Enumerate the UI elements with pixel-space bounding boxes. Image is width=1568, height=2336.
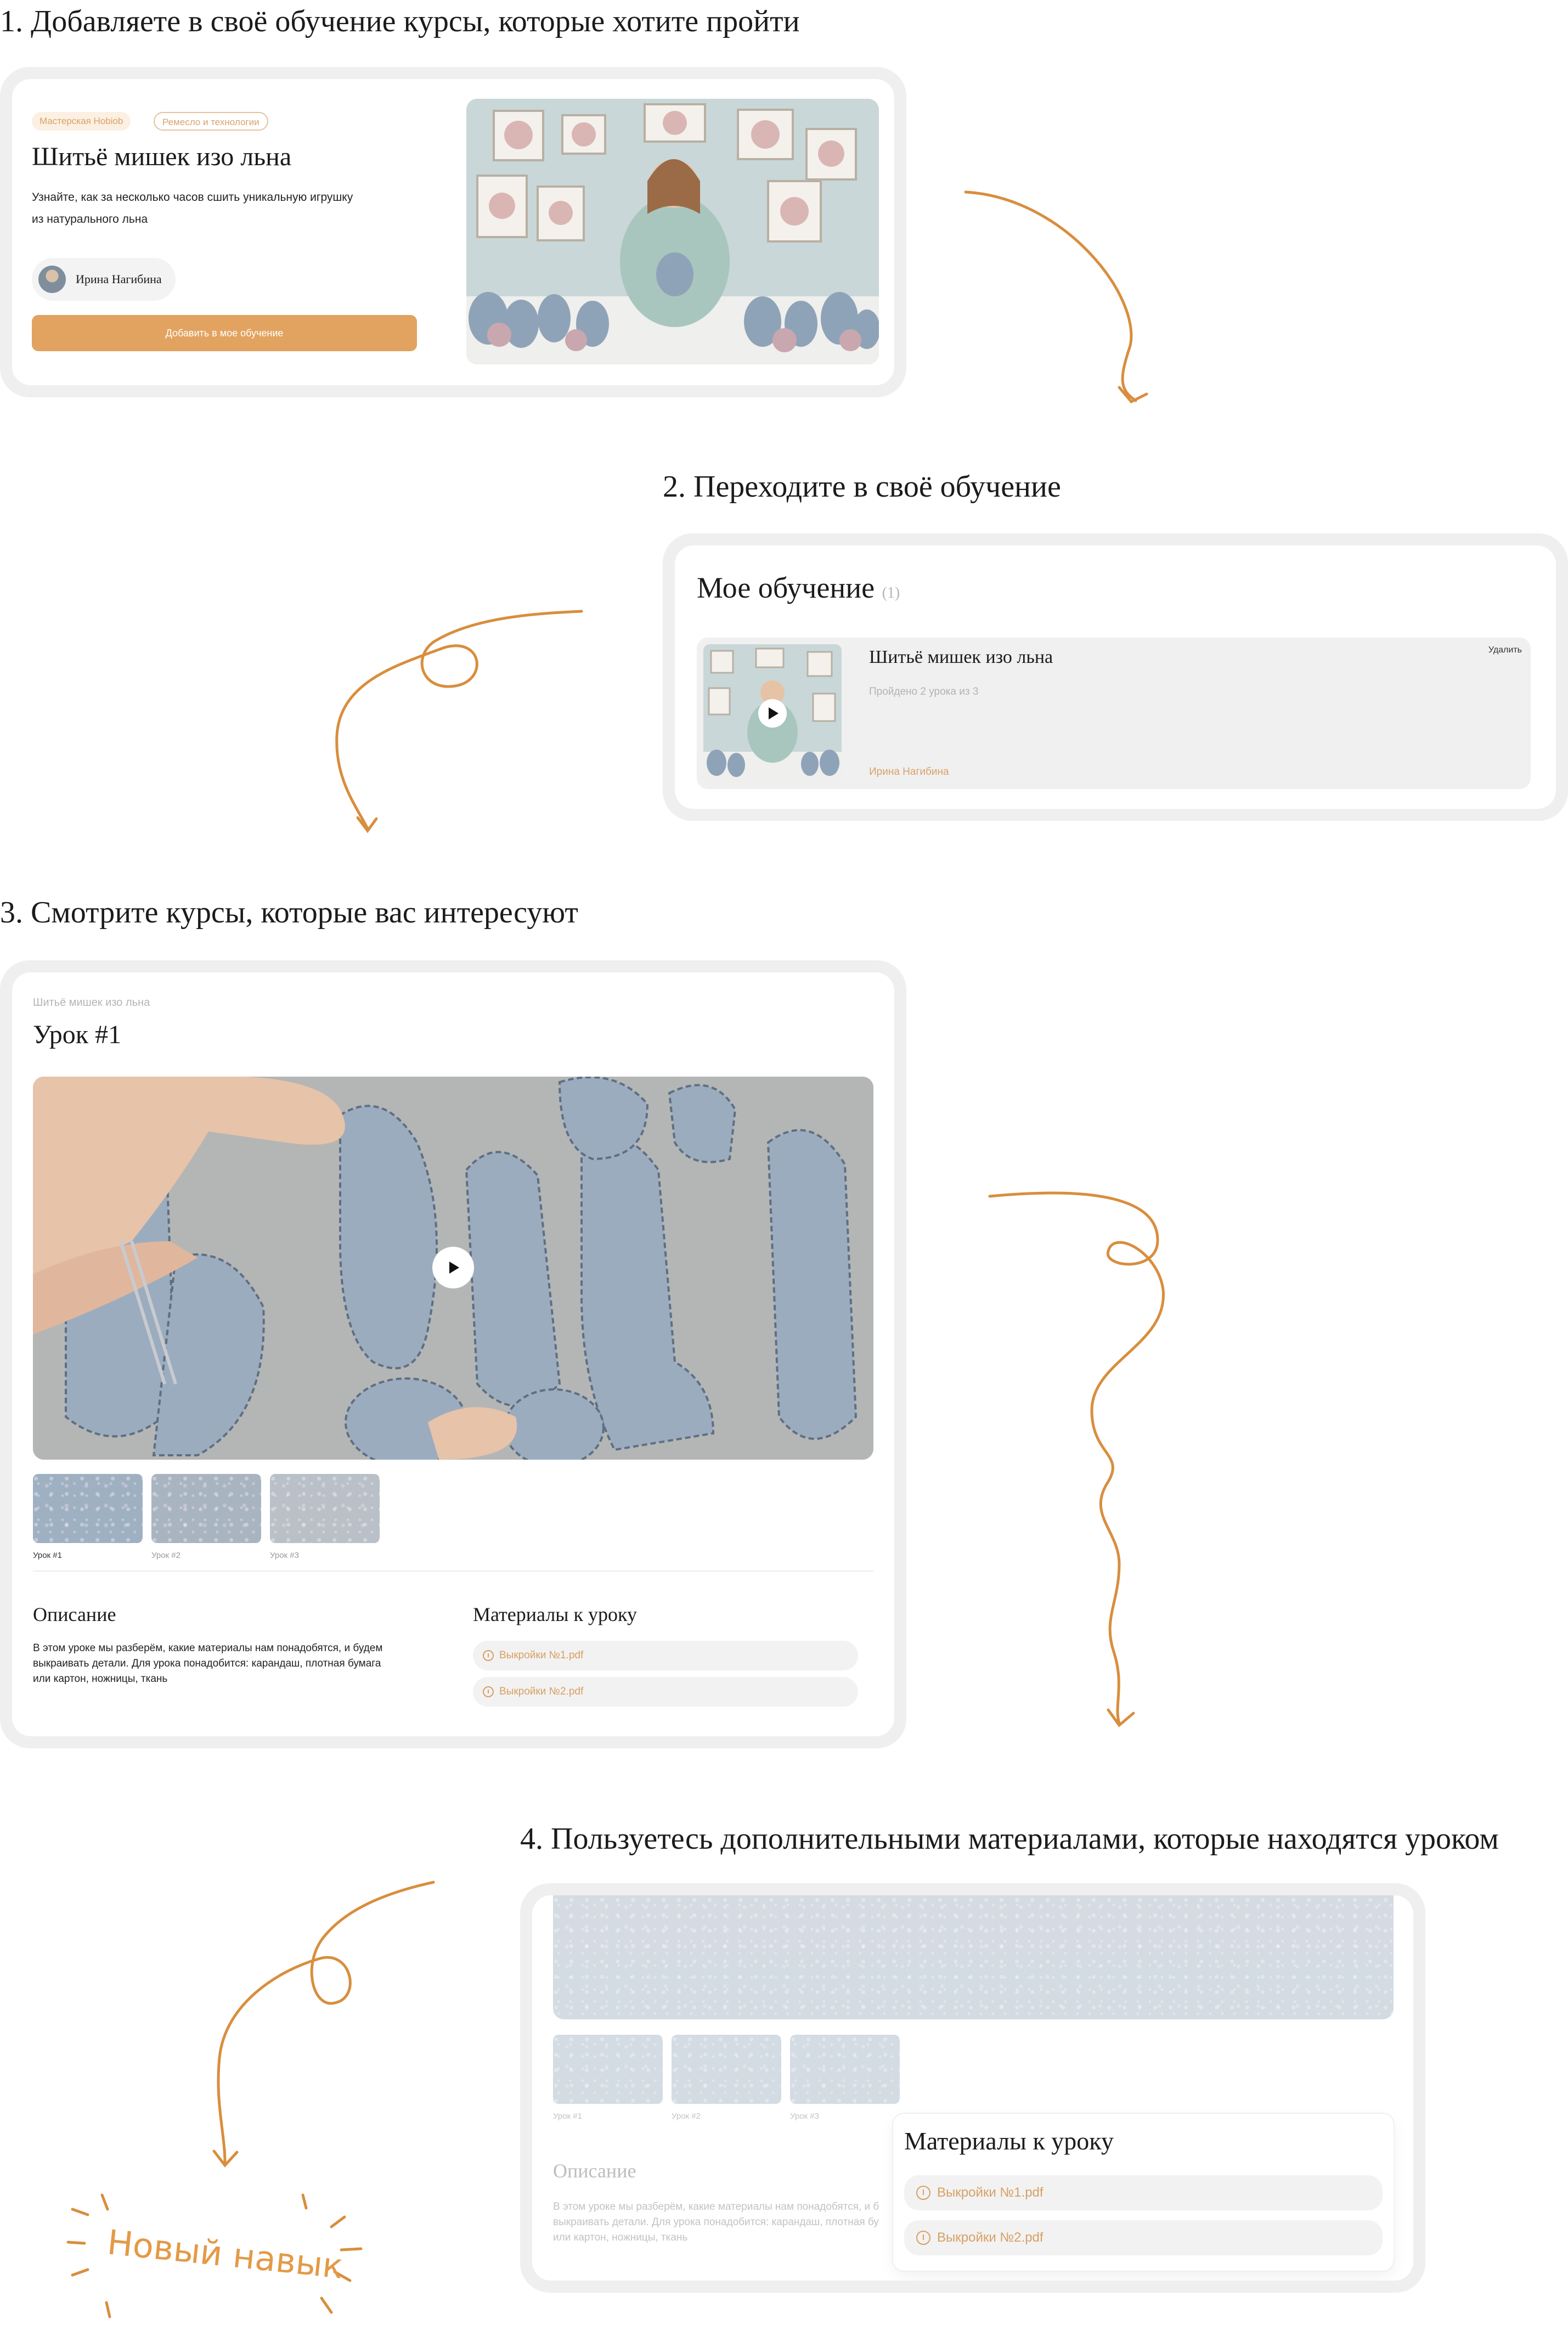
lesson-video-faded[interactable] <box>553 1895 1394 2019</box>
my-learning-panel: Мое обучение (1) Шитьё мишек изо льна Пр… <box>675 545 1556 809</box>
materials-frame: Урок #1 Урок #2 Урок #3 Описание В этом … <box>520 1883 1425 2293</box>
course-title: Шитьё мишек изо льна <box>32 142 292 171</box>
arrow-doodle-1 <box>964 190 1148 404</box>
description-line: выкраивать детали. Для урока понадобится… <box>33 1658 381 1669</box>
lesson-breadcrumb[interactable]: Шитьё мишек изо льна <box>33 997 150 1009</box>
author-chip[interactable]: Ирина Нагибина <box>32 258 176 301</box>
materials-panel: Урок #1 Урок #2 Урок #3 Описание В этом … <box>532 1895 1413 2281</box>
file-name: Выкройки №2.pdf <box>937 2230 1044 2245</box>
lesson-thumb-2[interactable] <box>672 2035 781 2104</box>
my-learning-count: (1) <box>882 584 900 601</box>
step-4-title: 4. Пользуетесь дополнительными материала… <box>520 1822 1499 1856</box>
author-avatar <box>38 266 66 293</box>
lesson-frame: Шитьё мишек изо льна Урок #1 Урок #1 Уро… <box>0 960 906 1748</box>
course-description: Узнайте, как за несколько часов сшить ун… <box>32 187 353 230</box>
file-link-2[interactable]: Выкройки №2.pdf <box>904 2220 1383 2255</box>
author-name: Ирина Нагибина <box>76 272 162 286</box>
my-learning-item[interactable]: Шитьё мишек изо льна Пройдено 2 урока из… <box>697 638 1531 789</box>
lesson-thumb-label: Урок #2 <box>151 1551 181 1560</box>
arrow-doodle-4 <box>212 1881 435 2168</box>
add-to-learning-button[interactable]: Добавить в мое обучение <box>32 315 417 351</box>
download-icon <box>916 2186 930 2200</box>
lesson-thumb-label: Урок #3 <box>790 2112 819 2121</box>
lesson-panel: Шитьё мишек изо льна Урок #1 Урок #1 Уро… <box>12 972 894 1736</box>
my-learning-title: Мое обучение (1) <box>697 568 900 612</box>
description-line: или картон, ножницы, ткань <box>33 1673 168 1685</box>
download-icon <box>483 1686 494 1697</box>
course-description-line: из натурального льна <box>32 213 148 226</box>
play-button[interactable] <box>758 699 787 728</box>
file-name: Выкройки №1.pdf <box>499 1650 584 1661</box>
lesson-thumb-label: Урок #3 <box>270 1551 299 1560</box>
file-link-1[interactable]: Выкройки №1.pdf <box>904 2175 1383 2210</box>
course-card: Мастерская Hobiob Ремесло и технологии Ш… <box>12 79 894 385</box>
my-learning-thumbnail[interactable] <box>703 644 842 783</box>
file-name: Выкройки №1.pdf <box>937 2185 1044 2200</box>
description-line: В этом уроке мы разберём, какие материал… <box>553 2201 879 2213</box>
materials-popup: Материалы к уроку Выкройки №1.pdf Выкрой… <box>893 2114 1394 2271</box>
divider <box>33 1571 873 1572</box>
materials-title: Материалы к уроку <box>473 1603 637 1625</box>
new-skill-badge: Новый навык <box>60 2189 379 2332</box>
file-link-2[interactable]: Выкройки №2.pdf <box>473 1677 858 1707</box>
my-learning-heading: Мое обучение <box>697 571 875 604</box>
materials-title: Материалы к уроку <box>904 2127 1114 2155</box>
my-learning-progress: Пройдено 2 урока из 3 <box>869 686 979 697</box>
play-button[interactable] <box>432 1247 474 1288</box>
description-line: В этом уроке мы разберём, какие материал… <box>33 1642 383 1654</box>
description-line: выкраивать детали. Для урока понадобится… <box>553 2216 879 2228</box>
lesson-thumb-label: Урок #1 <box>33 1551 62 1560</box>
course-card-frame: Мастерская Hobiob Ремесло и технологии Ш… <box>0 67 906 397</box>
step-1-title: 1. Добавляете в своё обучение курсы, кот… <box>0 4 800 38</box>
course-description-line: Узнайте, как за несколько часов сшить ун… <box>32 191 353 204</box>
lesson-thumb-3[interactable] <box>790 2035 900 2104</box>
description-title: Описание <box>33 1603 116 1625</box>
step-3-title: 3. Смотрите курсы, которые вас интересую… <box>0 896 578 930</box>
my-learning-author[interactable]: Ирина Нагибина <box>869 766 949 778</box>
my-learning-frame: Мое обучение (1) Шитьё мишек изо льна Пр… <box>663 533 1568 821</box>
course-cover-photo <box>466 99 879 364</box>
lesson-title: Урок #1 <box>33 1020 122 1049</box>
remove-button[interactable]: Удалить <box>1488 645 1522 655</box>
description-text: В этом уроке мы разберём, какие материал… <box>553 2199 879 2245</box>
file-name: Выкройки №2.pdf <box>499 1686 584 1697</box>
arrow-doodle-3 <box>988 1191 1165 1727</box>
description-text: В этом уроке мы разберём, какие материал… <box>33 1641 382 1687</box>
step-2-title: 2. Переходите в своё обучение <box>663 470 1061 504</box>
download-icon <box>916 2231 930 2245</box>
lesson-thumb-label: Урок #2 <box>672 2112 701 2121</box>
school-tag[interactable]: Мастерская Hobiob <box>32 112 131 131</box>
course-photo-art <box>466 99 879 364</box>
my-learning-item-title: Шитьё мишек изо льна <box>869 647 1053 667</box>
lesson-thumb-label: Урок #1 <box>553 2112 582 2121</box>
lesson-thumb-1[interactable] <box>33 1474 143 1543</box>
file-link-1[interactable]: Выкройки №1.pdf <box>473 1641 858 1670</box>
lesson-thumb-3[interactable] <box>270 1474 380 1543</box>
description-title: Описание <box>553 2160 636 2182</box>
description-line: или картон, ножницы, ткань <box>553 2232 688 2243</box>
lesson-thumb-2[interactable] <box>151 1474 261 1543</box>
lesson-video[interactable] <box>33 1077 873 1460</box>
category-tag[interactable]: Ремесло и технологии <box>154 112 268 131</box>
arrow-doodle-2 <box>335 610 583 834</box>
lesson-thumb-1[interactable] <box>553 2035 663 2104</box>
download-icon <box>483 1650 494 1661</box>
